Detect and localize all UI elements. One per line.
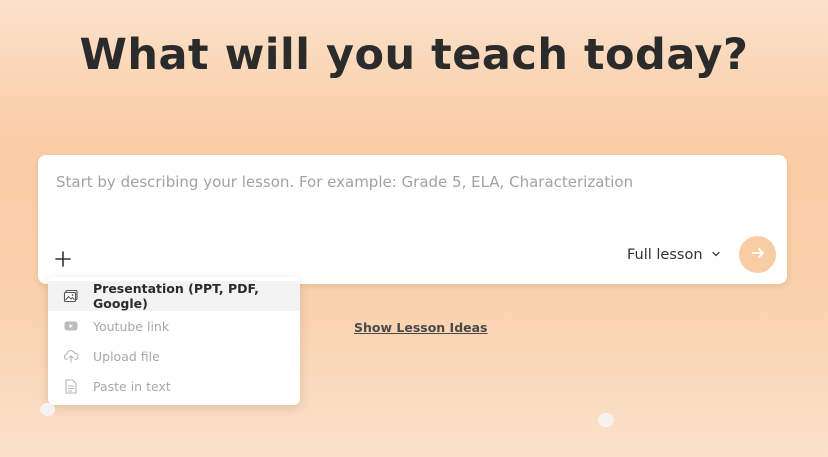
menu-item-label: Presentation (PPT, PDF, Google) bbox=[93, 281, 259, 311]
menu-item-youtube-link[interactable]: Youtube link bbox=[48, 311, 300, 341]
menu-item-upload-file[interactable]: Upload file bbox=[48, 341, 300, 371]
add-attachment-button[interactable] bbox=[48, 245, 78, 275]
decorative-dot bbox=[598, 413, 614, 427]
attachment-menu: Presentation (PPT, PDF, Google) Youtube … bbox=[48, 277, 300, 405]
lesson-mode-value: Full lesson bbox=[627, 247, 703, 263]
show-lesson-ideas-link[interactable]: Show Lesson Ideas bbox=[354, 320, 488, 335]
youtube-icon bbox=[63, 318, 79, 334]
plus-icon bbox=[54, 250, 72, 271]
document-icon bbox=[63, 378, 79, 394]
menu-item-label: Youtube link bbox=[93, 318, 170, 334]
arrow-right-icon bbox=[750, 245, 766, 264]
lesson-description-input[interactable] bbox=[56, 173, 756, 191]
upload-cloud-icon bbox=[63, 348, 79, 364]
lesson-prompt-card: Full lesson bbox=[38, 155, 787, 284]
lesson-mode-select[interactable]: Full lesson bbox=[627, 244, 721, 266]
menu-item-label: Upload file bbox=[93, 348, 160, 364]
chevron-down-icon bbox=[711, 247, 721, 263]
submit-button[interactable] bbox=[739, 236, 776, 273]
decorative-dot bbox=[40, 403, 55, 416]
menu-item-paste-text[interactable]: Paste in text bbox=[48, 371, 300, 401]
menu-item-presentation[interactable]: Presentation (PPT, PDF, Google) bbox=[48, 281, 300, 311]
menu-item-label: Paste in text bbox=[93, 378, 171, 394]
image-icon bbox=[63, 288, 79, 304]
page-title: What will you teach today? bbox=[79, 30, 749, 80]
